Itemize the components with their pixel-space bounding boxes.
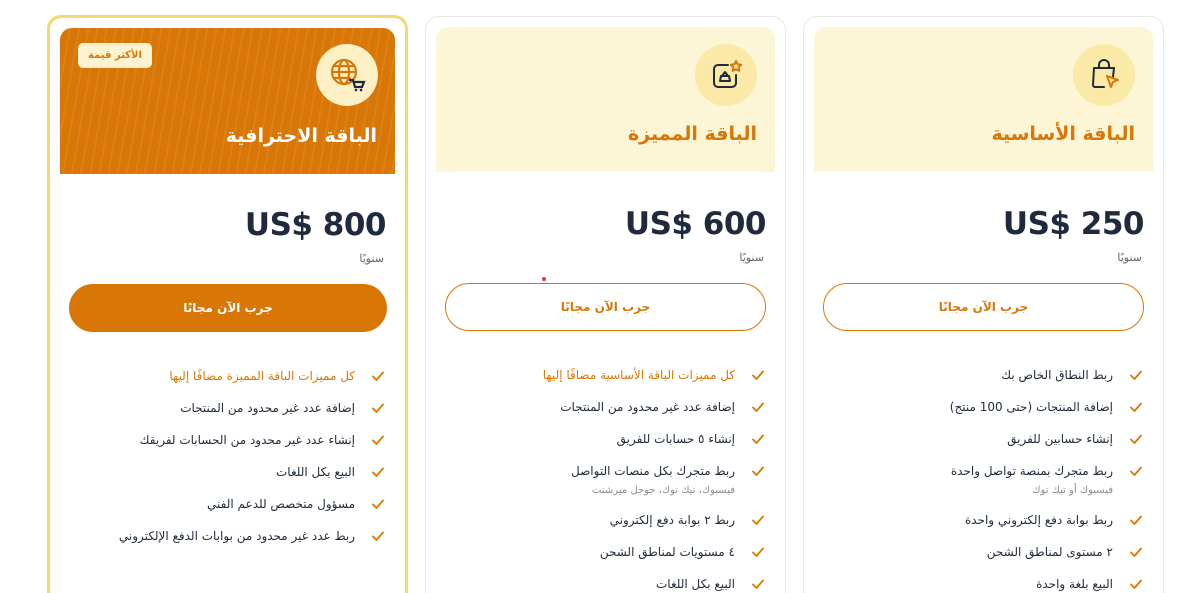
- check-icon: [369, 433, 385, 447]
- check-icon: [1127, 432, 1143, 446]
- plan-price: US$ 250: [1002, 206, 1145, 242]
- feature-item: ربط عدد غير محدود من بوابات الدفع الإلكت…: [65, 528, 385, 560]
- plan-card-premium: الباقة المميزة US$ 600 سنويًا جرب الآن م…: [425, 16, 786, 593]
- cursor-dot: [542, 277, 546, 281]
- feature-subtext: فيسبوك أو تيك توك: [1032, 485, 1113, 496]
- check-icon: [1127, 400, 1143, 414]
- check-icon: [1127, 545, 1143, 559]
- check-icon: [749, 513, 765, 527]
- feature-item: كل مميزات الباقة الأساسية مضافًا إليها: [445, 367, 765, 399]
- try-free-button[interactable]: جرب الآن مجانًا: [445, 283, 766, 331]
- check-icon: [749, 577, 765, 591]
- plan-name: الباقة المميزة: [627, 123, 757, 145]
- plan-header-pro: الأكثر قيمة الباقة الاحترافية: [60, 28, 395, 174]
- try-free-button[interactable]: جرب الآن مجانًا: [823, 283, 1144, 331]
- feature-item: البيع بكل اللغات: [65, 464, 385, 496]
- check-icon: [749, 400, 765, 414]
- check-icon: [369, 401, 385, 415]
- check-icon: [369, 369, 385, 383]
- feature-item: البيع بكل اللغات: [445, 576, 765, 593]
- check-icon: [1127, 368, 1143, 382]
- star-basket-icon: [695, 44, 757, 106]
- check-icon: [1127, 464, 1143, 478]
- feature-list: ربط النطاق الخاص بك إضافة المنتجات (حتى …: [823, 367, 1143, 593]
- feature-list: كل مميزات الباقة المميزة مضافًا إليها إض…: [65, 368, 385, 560]
- plan-card-pro: الأكثر قيمة الباقة الاحترافية US$ 800 سن…: [47, 15, 408, 593]
- feature-item: ربط النطاق الخاص بك: [823, 367, 1143, 399]
- feature-item: ربط متجرك بمنصة تواصل واحدة فيسبوك أو تيك…: [823, 463, 1143, 512]
- plan-header-basic: الباقة الأساسية: [814, 27, 1153, 172]
- most-value-badge: الأكثر قيمة: [78, 43, 152, 68]
- feature-item: البيع بلغة واحدة: [823, 576, 1143, 593]
- check-icon: [749, 464, 765, 478]
- plan-period: سنويًا: [739, 251, 764, 264]
- feature-item: إضافة عدد غير محدود من المنتجات: [445, 399, 765, 431]
- feature-subtext: فيسبوك، تيك توك، جوجل ميرشنت: [592, 485, 735, 496]
- feature-item: ربط متجرك بكل منصات التواصل فيسبوك، تيك ت…: [445, 463, 765, 512]
- feature-list: كل مميزات الباقة الأساسية مضافًا إليها إ…: [445, 367, 765, 593]
- check-icon: [749, 432, 765, 446]
- check-icon: [1127, 513, 1143, 527]
- check-icon: [369, 465, 385, 479]
- feature-item: إنشاء عدد غير محدود من الحسابات لفريقك: [65, 432, 385, 464]
- feature-item: مسؤول متخصص للدعم الفني: [65, 496, 385, 528]
- check-icon: [1127, 577, 1143, 591]
- feature-item: إنشاء ٥ حسابات للفريق: [445, 431, 765, 463]
- check-icon: [749, 368, 765, 382]
- plan-name: الباقة الأساسية: [991, 123, 1135, 145]
- shopping-bag-cursor-icon: [1073, 44, 1135, 106]
- globe-cart-icon: [316, 44, 378, 106]
- check-icon: [369, 529, 385, 543]
- feature-item: ٢ مستوى لمناطق الشحن: [823, 544, 1143, 576]
- plan-price: US$ 800: [244, 207, 387, 243]
- feature-item: ٤ مستويات لمناطق الشحن: [445, 544, 765, 576]
- feature-item: إنشاء حسابين للفريق: [823, 431, 1143, 463]
- try-free-button[interactable]: جرب الآن مجانًا: [69, 284, 387, 332]
- feature-item: ربط ٢ بوابة دفع إلكتروني: [445, 512, 765, 544]
- plan-period: سنويًا: [359, 252, 384, 265]
- plan-period: سنويًا: [1117, 251, 1142, 264]
- plan-header-premium: الباقة المميزة: [436, 27, 775, 172]
- feature-item: كل مميزات الباقة المميزة مضافًا إليها: [65, 368, 385, 400]
- check-icon: [749, 545, 765, 559]
- plan-price: US$ 600: [624, 206, 767, 242]
- check-icon: [369, 497, 385, 511]
- plan-card-basic: الباقة الأساسية US$ 250 سنويًا جرب الآن …: [803, 16, 1164, 593]
- feature-item: إضافة المنتجات (حتى 100 منتج): [823, 399, 1143, 431]
- feature-item: ربط بوابة دفع إلكتروني واحدة: [823, 512, 1143, 544]
- plan-name: الباقة الاحترافية: [225, 125, 377, 147]
- feature-item: إضافة عدد غير محدود من المنتجات: [65, 400, 385, 432]
